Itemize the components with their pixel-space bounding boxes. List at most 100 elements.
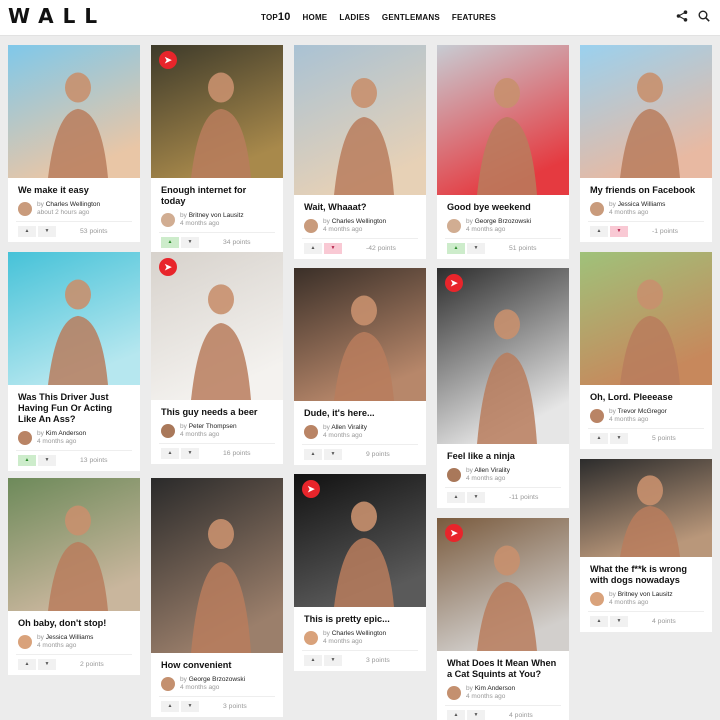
- author-name[interactable]: Jessica Williams: [618, 201, 666, 208]
- nav-home[interactable]: HOME: [303, 13, 328, 22]
- post-card[interactable]: Dude, it's here... by Allen Virality 4 m…: [294, 268, 426, 465]
- post-card[interactable]: My friends on Facebook by Jessica Willia…: [580, 45, 712, 242]
- avatar[interactable]: [18, 635, 32, 649]
- post-image[interactable]: ➤: [437, 268, 569, 444]
- downvote-button[interactable]: ▼: [324, 243, 342, 254]
- post-card[interactable]: ➤ Feel like a ninja by Allen Virality 4 …: [437, 268, 569, 508]
- upvote-button[interactable]: ▲: [447, 492, 465, 503]
- post-title[interactable]: How convenient: [151, 653, 283, 674]
- author-name[interactable]: Kim Anderson: [475, 685, 515, 692]
- post-title[interactable]: My friends on Facebook: [580, 178, 712, 199]
- post-image[interactable]: ➤: [151, 252, 283, 400]
- post-card[interactable]: We make it easy by Charles Wellington ab…: [8, 45, 140, 242]
- nav-top10[interactable]: TOP10: [261, 11, 291, 23]
- post-card[interactable]: Good bye weekend by George Brzozowski 4 …: [437, 45, 569, 259]
- downvote-button[interactable]: ▼: [610, 616, 628, 627]
- avatar[interactable]: [161, 424, 175, 438]
- post-image[interactable]: [8, 252, 140, 385]
- post-image[interactable]: ➤: [151, 45, 283, 178]
- avatar[interactable]: [304, 425, 318, 439]
- downvote-button[interactable]: ▼: [467, 492, 485, 503]
- downvote-button[interactable]: ▼: [181, 448, 199, 459]
- avatar[interactable]: [590, 592, 604, 606]
- avatar[interactable]: [447, 686, 461, 700]
- upvote-button[interactable]: ▲: [18, 455, 36, 466]
- site-logo[interactable]: WALL: [8, 4, 106, 28]
- author-name[interactable]: Kim Anderson: [46, 430, 86, 437]
- post-title[interactable]: Oh baby, don't stop!: [8, 611, 140, 632]
- post-image[interactable]: [8, 478, 140, 611]
- post-title[interactable]: Wait, Whaaat?: [294, 195, 426, 216]
- author-name[interactable]: Allen Virality: [474, 467, 510, 474]
- upvote-button[interactable]: ▲: [304, 449, 322, 460]
- avatar[interactable]: [447, 468, 461, 482]
- downvote-button[interactable]: ▼: [181, 237, 199, 248]
- downvote-button[interactable]: ▼: [38, 659, 56, 670]
- upvote-button[interactable]: ▲: [18, 226, 36, 237]
- upvote-button[interactable]: ▲: [161, 701, 179, 712]
- post-card[interactable]: Oh, Lord. Pleeease by Trevor McGregor 4 …: [580, 252, 712, 449]
- upvote-button[interactable]: ▲: [590, 433, 608, 444]
- post-image[interactable]: ➤: [437, 518, 569, 651]
- avatar[interactable]: [304, 631, 318, 645]
- author-name[interactable]: Charles Wellington: [332, 218, 386, 225]
- post-image[interactable]: ➤: [294, 474, 426, 607]
- post-title[interactable]: Good bye weekend: [437, 195, 569, 216]
- downvote-button[interactable]: ▼: [324, 655, 342, 666]
- post-title[interactable]: This is pretty epic...: [294, 607, 426, 628]
- post-image[interactable]: [580, 45, 712, 178]
- avatar[interactable]: [18, 431, 32, 445]
- author-name[interactable]: George Brzozowski: [475, 218, 531, 225]
- post-image[interactable]: [294, 268, 426, 401]
- post-image[interactable]: [294, 45, 426, 195]
- upvote-button[interactable]: ▲: [161, 448, 179, 459]
- share-icon[interactable]: [676, 10, 688, 22]
- post-card[interactable]: How convenient by George Brzozowski 4 mo…: [151, 478, 283, 717]
- avatar[interactable]: [447, 219, 461, 233]
- post-title[interactable]: What Does It Mean When a Cat Squints at …: [437, 651, 569, 683]
- avatar[interactable]: [590, 409, 604, 423]
- downvote-button[interactable]: ▼: [467, 243, 485, 254]
- author-name[interactable]: Peter Thompsen: [189, 423, 237, 430]
- post-image[interactable]: [437, 45, 569, 195]
- upvote-button[interactable]: ▲: [18, 659, 36, 670]
- nav-ladies[interactable]: LADIES: [339, 13, 370, 22]
- downvote-button[interactable]: ▼: [610, 226, 628, 237]
- post-title[interactable]: Was This Driver Just Having Fun Or Actin…: [8, 385, 140, 428]
- avatar[interactable]: [590, 202, 604, 216]
- post-title[interactable]: What the f**k is wrong with dogs nowaday…: [580, 557, 712, 589]
- upvote-button[interactable]: ▲: [590, 616, 608, 627]
- post-title[interactable]: Dude, it's here...: [294, 401, 426, 422]
- downvote-button[interactable]: ▼: [181, 701, 199, 712]
- post-card[interactable]: ➤ This is pretty epic... by Charles Well…: [294, 474, 426, 671]
- post-card[interactable]: ➤ What Does It Mean When a Cat Squints a…: [437, 518, 569, 720]
- nav-features[interactable]: FEATURES: [452, 13, 496, 22]
- post-title[interactable]: This guy needs a beer: [151, 400, 283, 421]
- post-title[interactable]: Feel like a ninja: [437, 444, 569, 465]
- downvote-button[interactable]: ▼: [467, 710, 485, 720]
- downvote-button[interactable]: ▼: [610, 433, 628, 444]
- post-image[interactable]: [151, 478, 283, 653]
- post-card[interactable]: Oh baby, don't stop! by Jessica Williams…: [8, 478, 140, 675]
- post-card[interactable]: Wait, Whaaat? by Charles Wellington 4 mo…: [294, 45, 426, 259]
- avatar[interactable]: [161, 677, 175, 691]
- post-image[interactable]: [580, 252, 712, 385]
- post-image[interactable]: [8, 45, 140, 178]
- post-card[interactable]: Was This Driver Just Having Fun Or Actin…: [8, 252, 140, 471]
- author-name[interactable]: Britney von Lausitz: [618, 591, 673, 598]
- avatar[interactable]: [161, 213, 175, 227]
- author-name[interactable]: Charles Wellington: [332, 630, 386, 637]
- post-card[interactable]: ➤ This guy needs a beer by Peter Thompse…: [151, 252, 283, 464]
- post-card[interactable]: ➤ Enough internet for today by Britney v…: [151, 45, 283, 253]
- downvote-button[interactable]: ▼: [38, 226, 56, 237]
- author-name[interactable]: George Brzozowski: [189, 676, 245, 683]
- upvote-button[interactable]: ▲: [590, 226, 608, 237]
- avatar[interactable]: [18, 202, 32, 216]
- post-card[interactable]: What the f**k is wrong with dogs nowaday…: [580, 459, 712, 632]
- author-name[interactable]: Jessica Williams: [46, 634, 94, 641]
- upvote-button[interactable]: ▲: [304, 655, 322, 666]
- post-title[interactable]: We make it easy: [8, 178, 140, 199]
- search-icon[interactable]: [698, 10, 710, 22]
- downvote-button[interactable]: ▼: [38, 455, 56, 466]
- post-title[interactable]: Oh, Lord. Pleeease: [580, 385, 712, 406]
